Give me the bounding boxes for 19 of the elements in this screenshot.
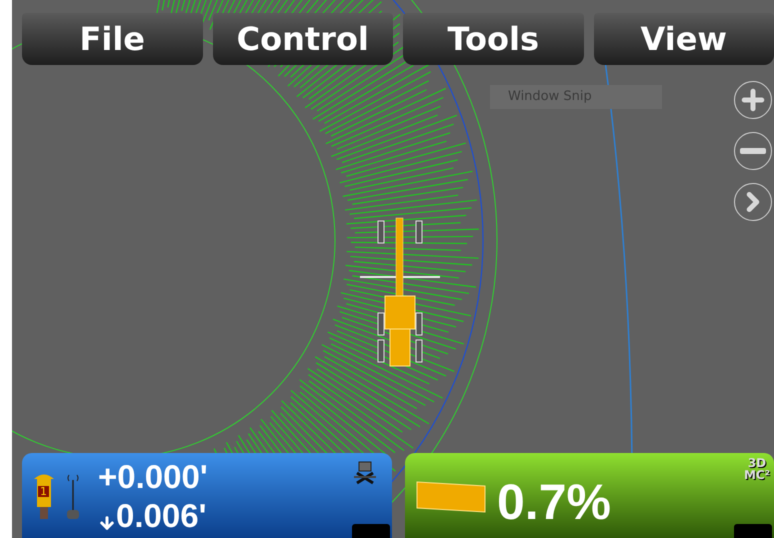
menu-button[interactable]: View bbox=[594, 13, 774, 65]
receiver-number: 1 bbox=[38, 486, 49, 496]
next-button[interactable] bbox=[734, 183, 772, 221]
zoom-in-button[interactable] bbox=[734, 81, 772, 119]
disconnected-computer-icon bbox=[354, 461, 376, 485]
menu-button[interactable]: Tools bbox=[403, 13, 584, 65]
slope-value: 0.7% bbox=[497, 476, 611, 526]
logo-text: MC² bbox=[744, 469, 770, 481]
status-indicator bbox=[352, 524, 390, 538]
status-indicator bbox=[734, 524, 772, 538]
cut-fill-value: 0.006' bbox=[116, 498, 206, 532]
tractor-icon bbox=[358, 216, 442, 368]
menu-button[interactable]: File bbox=[22, 13, 202, 65]
zoom-out-button[interactable] bbox=[734, 132, 772, 170]
menu-button[interactable]: Control bbox=[212, 13, 393, 65]
logo-text: 3D bbox=[748, 457, 766, 469]
minus-icon bbox=[740, 148, 766, 154]
offset-value: +0.000' bbox=[98, 460, 208, 492]
down-arrow-icon bbox=[98, 514, 116, 532]
